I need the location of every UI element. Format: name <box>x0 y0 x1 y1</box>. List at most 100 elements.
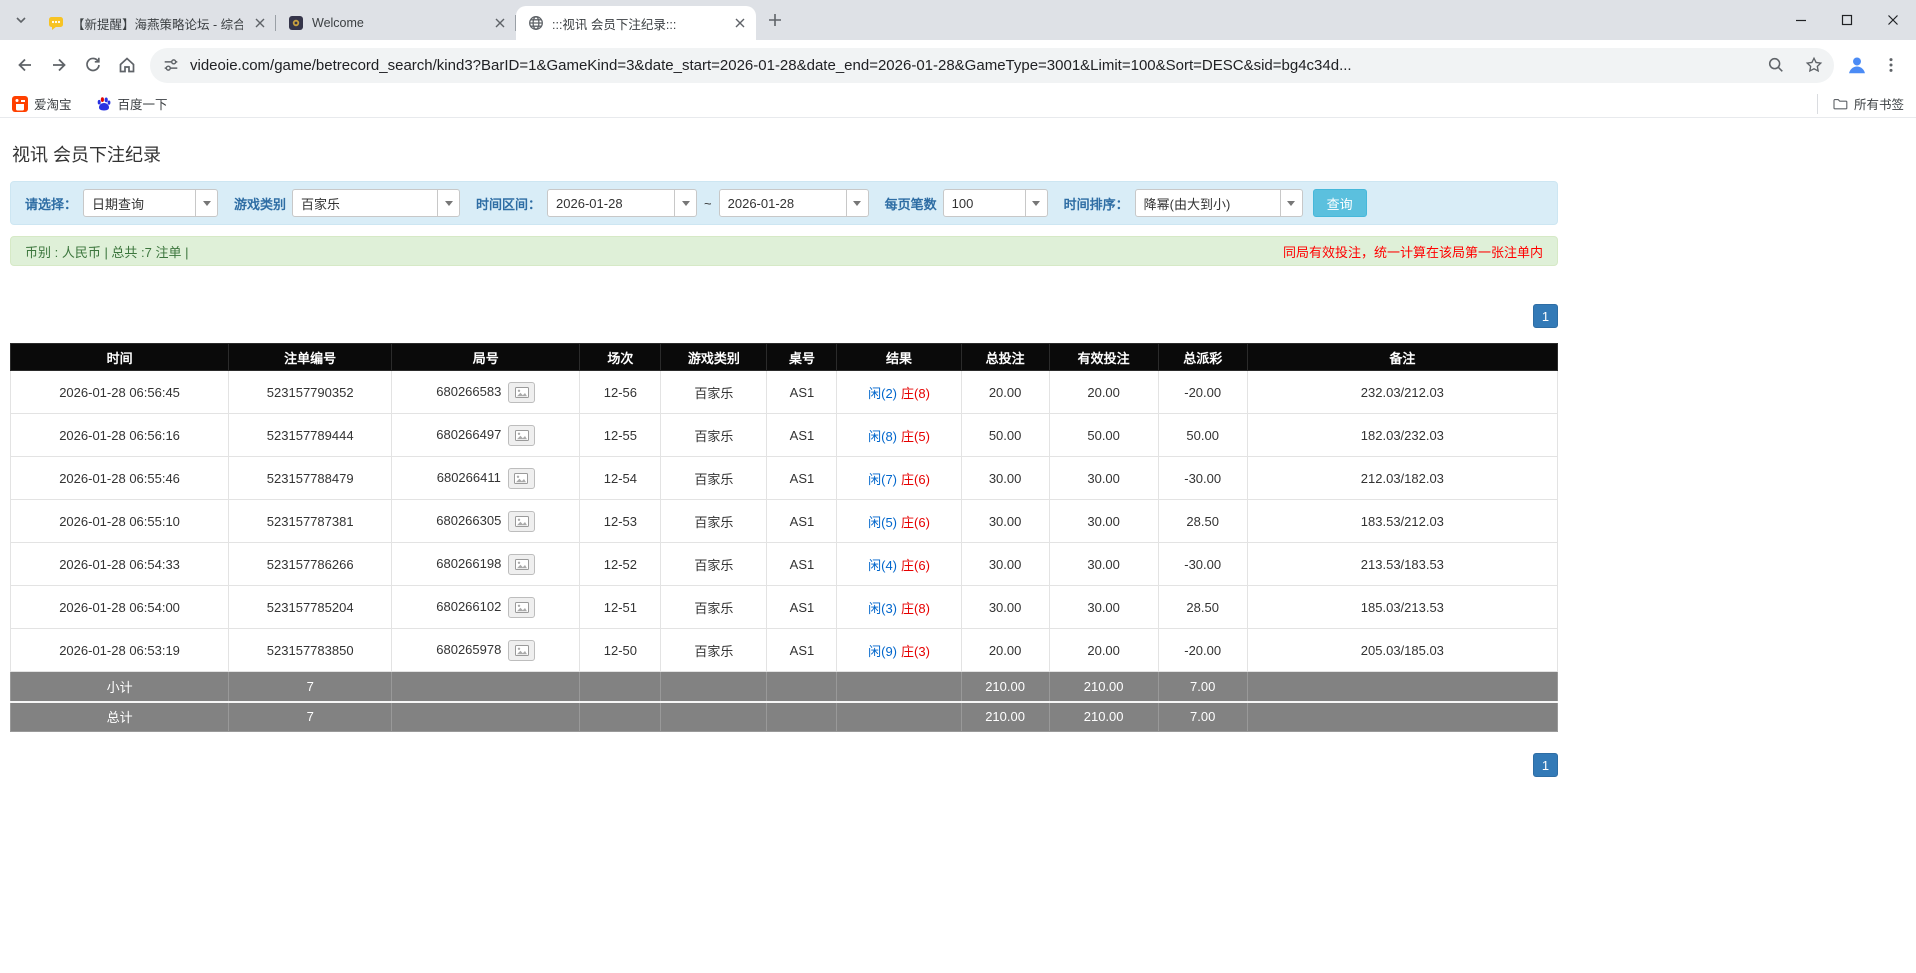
bookmarks-bar: 爱淘宝 百度一下 所有书签 <box>0 90 1916 118</box>
cell-time: 2026-01-28 06:56:45 <box>11 371 229 414</box>
cell-session: 12-51 <box>580 586 661 629</box>
tab-forum[interactable]: 【新提醒】海燕策略论坛 - 综合 <box>36 6 276 40</box>
refresh-button[interactable] <box>76 48 110 82</box>
round-no-text: 680265978 <box>436 641 501 656</box>
cell-bet-no: 523157789444 <box>229 414 392 457</box>
minimize-button[interactable] <box>1778 0 1824 40</box>
round-detail-button[interactable] <box>508 597 535 618</box>
address-bar[interactable]: videoie.com/game/betrecord_search/kind3?… <box>150 48 1834 83</box>
table-row: 2026-01-28 06:53:19 523157783850 6802659… <box>11 629 1558 672</box>
back-button[interactable] <box>8 48 42 82</box>
cell-payout: -30.00 <box>1158 543 1247 586</box>
round-no-text: 680266583 <box>436 383 501 398</box>
bookmark-baidu[interactable]: 百度一下 <box>96 94 168 113</box>
page-1-button[interactable]: 1 <box>1533 304 1558 328</box>
table-header-row: 时间 注单编号 局号 场次 游戏类别 桌号 结果 总投注 有效投注 总派彩 备注 <box>11 344 1558 371</box>
date-end-select[interactable]: 2026-01-28 <box>719 189 869 217</box>
cell-valid-bet: 50.00 <box>1049 414 1158 457</box>
round-detail-button[interactable] <box>508 511 535 532</box>
site-info-icon[interactable] <box>162 56 180 74</box>
all-bookmarks-label: 所有书签 <box>1854 94 1904 113</box>
total-label: 总计 <box>11 702 229 732</box>
pagination-top: 1 <box>10 304 1558 328</box>
query-type-value: 日期查询 <box>84 190 195 216</box>
page-title: 视讯 会员下注纪录 <box>12 141 1558 167</box>
maximize-button[interactable] <box>1824 0 1870 40</box>
round-detail-button[interactable] <box>508 468 535 489</box>
cell-bet-no: 523157785204 <box>229 586 392 629</box>
round-no-text: 680266305 <box>436 512 501 527</box>
cell-table-no: AS1 <box>767 543 837 586</box>
bookmark-star-button[interactable] <box>1800 51 1828 79</box>
tab-close-icon[interactable] <box>731 15 748 32</box>
menu-icon <box>1882 56 1900 74</box>
cell-payout: -30.00 <box>1158 457 1247 500</box>
total-count: 7 <box>229 702 392 732</box>
result-banker: 庄(3) <box>901 644 930 659</box>
tab-close-icon[interactable] <box>251 15 268 32</box>
profile-button[interactable] <box>1840 48 1874 82</box>
zoom-button[interactable] <box>1762 51 1790 79</box>
minimize-icon <box>1795 14 1807 26</box>
query-type-select[interactable]: 日期查询 <box>83 189 218 217</box>
search-button[interactable]: 查询 <box>1313 189 1367 217</box>
forward-button[interactable] <box>42 48 76 82</box>
game-type-select[interactable]: 百家乐 <box>292 189 460 217</box>
chevron-down-icon <box>846 190 868 216</box>
cell-total-bet[interactable]: 30.00 <box>961 586 1049 629</box>
cell-game-type: 百家乐 <box>661 414 767 457</box>
sort-select[interactable]: 降幂(由大到小) <box>1135 189 1303 217</box>
cell-total-bet[interactable]: 20.00 <box>961 629 1049 672</box>
cell-game-type: 百家乐 <box>661 500 767 543</box>
chevron-down-icon <box>15 14 27 26</box>
cell-payout: -20.00 <box>1158 629 1247 672</box>
tab-search-button[interactable] <box>8 7 34 33</box>
cell-remark: 182.03/232.03 <box>1247 414 1557 457</box>
cell-total-bet[interactable]: 30.00 <box>961 457 1049 500</box>
tab-bar: 【新提醒】海燕策略论坛 - 综合 Welcome :::视讯 会员下注纪录::: <box>0 0 1916 40</box>
cell-total-bet[interactable]: 30.00 <box>961 500 1049 543</box>
per-page-label: 每页笔数 <box>885 194 937 213</box>
url-text[interactable]: videoie.com/game/betrecord_search/kind3?… <box>190 57 1752 74</box>
cell-round-no: 680266583 <box>392 371 580 414</box>
home-button[interactable] <box>110 48 144 82</box>
cell-time: 2026-01-28 06:54:33 <box>11 543 229 586</box>
chevron-down-icon <box>437 190 459 216</box>
header-round-no: 局号 <box>392 344 580 371</box>
cell-payout: -20.00 <box>1158 371 1247 414</box>
cell-time: 2026-01-28 06:55:46 <box>11 457 229 500</box>
tab-welcome[interactable]: Welcome <box>276 6 516 40</box>
picture-icon <box>515 602 529 613</box>
info-bar: 币别 : 人民币 | 总共 :7 注单 | 同局有效投注，统一计算在该局第一张注… <box>10 236 1558 266</box>
result-player: 闲(2) <box>868 386 897 401</box>
per-page-select[interactable]: 100 <box>943 189 1048 217</box>
page-1-button[interactable]: 1 <box>1533 753 1558 777</box>
cell-session: 12-55 <box>580 414 661 457</box>
round-detail-button[interactable] <box>508 554 535 575</box>
all-bookmarks-button[interactable]: 所有书签 <box>1817 94 1904 114</box>
date-start-select[interactable]: 2026-01-28 <box>547 189 697 217</box>
subtotal-count: 7 <box>229 672 392 702</box>
tab-close-icon[interactable] <box>491 15 508 32</box>
bookmark-taobao[interactable]: 爱淘宝 <box>12 94 72 113</box>
cell-total-bet[interactable]: 20.00 <box>961 371 1049 414</box>
back-icon <box>15 55 35 75</box>
bookmark-label: 爱淘宝 <box>34 94 72 113</box>
menu-button[interactable] <box>1874 48 1908 82</box>
cell-total-bet[interactable]: 30.00 <box>961 543 1049 586</box>
round-detail-button[interactable] <box>508 382 535 403</box>
browser-window: 【新提醒】海燕策略论坛 - 综合 Welcome :::视讯 会员下注纪录::: <box>0 0 1916 973</box>
pagination-bottom: 1 <box>10 753 1558 777</box>
round-detail-button[interactable] <box>508 640 535 661</box>
close-window-button[interactable] <box>1870 0 1916 40</box>
new-tab-button[interactable] <box>762 7 788 33</box>
tab-bet-record[interactable]: :::视讯 会员下注纪录::: <box>516 6 756 40</box>
round-detail-button[interactable] <box>508 425 535 446</box>
subtotal-valid-bet: 210.00 <box>1049 672 1158 702</box>
cell-game-type: 百家乐 <box>661 371 767 414</box>
picture-icon <box>515 387 529 398</box>
cell-result: 闲(3)庄(8) <box>837 586 961 629</box>
cell-result: 闲(8)庄(5) <box>837 414 961 457</box>
picture-icon <box>515 559 529 570</box>
cell-total-bet[interactable]: 50.00 <box>961 414 1049 457</box>
